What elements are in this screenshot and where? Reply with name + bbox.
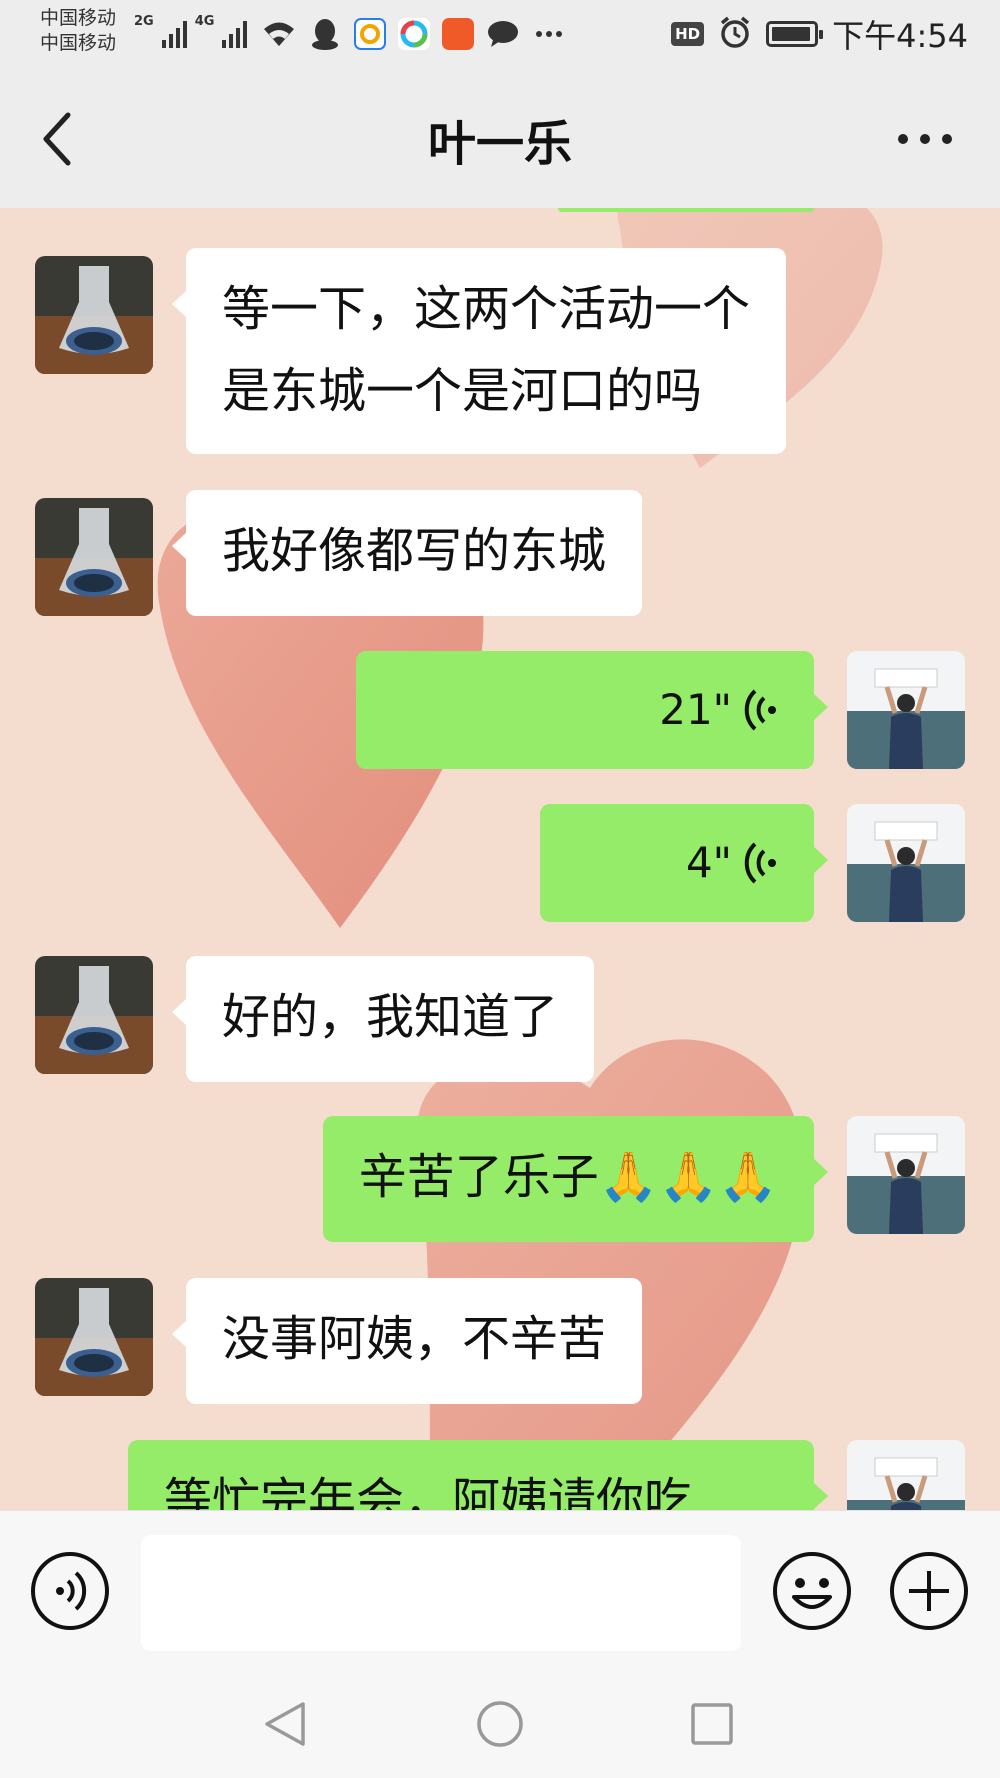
message-bubble[interactable]: 等一下，这两个活动一个 是东城一个是河口的吗 <box>171 248 787 454</box>
voice-message-bubble[interactable]: 4" <box>540 804 828 922</box>
battery-icon <box>766 21 824 47</box>
voice-playback-icon <box>744 689 776 731</box>
input-bar <box>0 1510 1000 1672</box>
voice-message-bubble[interactable]: 21" <box>356 651 828 769</box>
plus-circle-icon <box>890 1552 968 1630</box>
my-avatar[interactable] <box>847 804 965 922</box>
voice-mode-button[interactable] <box>30 1551 110 1631</box>
more-functions-button[interactable] <box>889 1551 969 1631</box>
message-outgoing: 辛苦了乐子🙏🙏🙏 <box>0 1116 1000 1242</box>
contact-avatar[interactable] <box>35 1278 153 1396</box>
my-avatar[interactable] <box>847 1116 965 1234</box>
chat-bubble-icon <box>486 17 520 51</box>
app-icon <box>398 18 430 50</box>
my-avatar[interactable] <box>847 651 965 769</box>
nav-recents-button[interactable] <box>682 1694 742 1754</box>
voice-duration: 21" <box>659 685 732 734</box>
circle-home-icon <box>477 1701 523 1747</box>
more-dots-icon <box>532 17 566 51</box>
chat-header: 叶一乐 <box>0 70 1000 208</box>
more-options-button[interactable] <box>890 114 960 164</box>
contact-avatar[interactable] <box>35 956 153 1074</box>
message-incoming: 等一下，这两个活动一个 是东城一个是河口的吗 <box>0 248 1000 458</box>
message-incoming: 没事阿姨，不辛苦 <box>0 1278 1000 1404</box>
message-bubble[interactable]: 辛苦了乐子🙏🙏🙏 <box>322 1116 829 1242</box>
battery-level <box>772 27 811 41</box>
emoji-button[interactable] <box>772 1551 852 1631</box>
voice-mode-icon <box>31 1552 109 1630</box>
status-right: HD 下午4:54 <box>671 12 968 56</box>
square-recents-icon <box>691 1703 733 1745</box>
signal-icon <box>222 18 248 48</box>
message-text: 我好像都写的东城 <box>222 523 607 579</box>
message-input[interactable] <box>141 1535 741 1651</box>
message-outgoing-voice: 21" <box>0 651 1000 769</box>
network-signal: 2G 4G <box>134 14 248 48</box>
message-text: 等一下，这两个活动一个 <box>222 281 751 337</box>
alarm-icon <box>718 15 752 53</box>
message-outgoing-voice: 4" <box>0 804 1000 922</box>
message-incoming: 好的，我知道了 <box>0 956 1000 1082</box>
message-incoming: 我好像都写的东城 <box>0 490 1000 616</box>
wifi-icon <box>262 17 296 51</box>
hd-badge: HD <box>671 22 705 46</box>
message-bubble[interactable]: 我好像都写的东城 <box>171 490 643 616</box>
carrier-info: 中国移动 中国移动 <box>40 6 116 56</box>
app-icon <box>442 18 474 50</box>
emoji-smile-icon <box>773 1552 851 1630</box>
praying-hands-emoji: 🙏🙏🙏 <box>598 1149 778 1205</box>
message-bubble[interactable]: 好的，我知道了 <box>171 956 595 1082</box>
carrier-2: 中国移动 <box>40 32 117 54</box>
app-icon <box>354 18 386 50</box>
message-outgoing: 等忙完年会，阿姨请你吃 <box>0 1440 1000 1510</box>
message-text: 没事阿姨，不辛苦 <box>222 1311 607 1367</box>
message-text: 是东城一个是河口的吗 <box>222 363 703 419</box>
status-time: 下午4:54 <box>832 17 968 55</box>
contact-avatar[interactable] <box>35 256 153 374</box>
net-2g-label: 2G <box>134 14 154 29</box>
message-bubble[interactable]: 等忙完年会，阿姨请你吃 <box>128 1440 828 1510</box>
message-text: 好的，我知道了 <box>222 989 559 1045</box>
message-text: 等忙完年会，阿姨请你吃 <box>164 1473 693 1510</box>
carrier-1: 中国移动 <box>40 7 117 29</box>
net-4g-label: 4G <box>194 14 215 29</box>
nav-home-button[interactable] <box>470 1694 530 1754</box>
system-navigation-bar <box>0 1672 1000 1778</box>
triangle-back-icon <box>265 1702 305 1746</box>
chat-title: 叶一乐 <box>427 116 572 172</box>
signal-icon <box>161 18 187 48</box>
more-dots-icon <box>898 134 952 144</box>
message-text: 辛苦了乐子 <box>358 1149 599 1205</box>
voice-playback-icon <box>744 842 776 884</box>
previous-message-fragment <box>558 208 814 212</box>
qq-icon <box>308 17 342 51</box>
contact-avatar[interactable] <box>35 498 153 616</box>
message-bubble[interactable]: 没事阿姨，不辛苦 <box>171 1278 643 1404</box>
my-avatar[interactable] <box>847 1440 965 1510</box>
nav-back-button[interactable] <box>255 1694 315 1754</box>
status-bar: 中国移动 中国移动 2G 4G HD 下午4:54 <box>0 0 1000 70</box>
voice-duration: 4" <box>685 838 732 887</box>
message-list[interactable]: 等一下，这两个活动一个 是东城一个是河口的吗 我好像都写的东城 21" 4" 好… <box>0 208 1000 1510</box>
notification-icons <box>262 14 566 54</box>
